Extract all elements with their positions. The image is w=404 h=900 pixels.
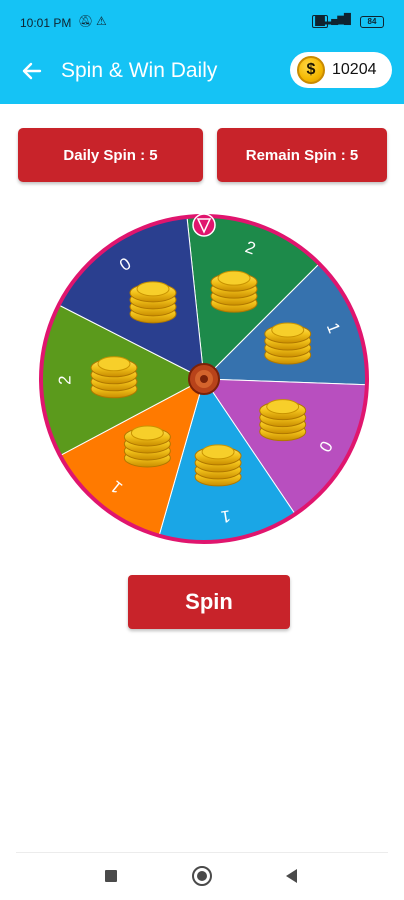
app-bar: 10:01 PM 🔕︎ ⚠︎ ⬛︎ ▂▄▆█ 84 Spin & Win Dai…: [0, 0, 404, 104]
coin-stack-icon: [194, 444, 242, 487]
home-icon[interactable]: [192, 866, 212, 886]
battery-indicator: 84: [360, 16, 384, 28]
coin-stack-icon: [129, 281, 177, 324]
status-bar: 10:01 PM 🔕︎ ⚠︎ ⬛︎ ▂▄▆█ 84: [0, 0, 404, 44]
recents-icon[interactable]: [105, 870, 117, 882]
coin-icon: $: [297, 56, 325, 84]
system-nav-bar: [0, 853, 404, 900]
page-title: Spin & Win Daily: [61, 59, 218, 82]
coin-symbol: $: [306, 61, 316, 78]
coin-stack-icon: [123, 425, 171, 468]
coin-balance-badge: $ 10204: [290, 52, 392, 88]
bell-off-icon: 🔕︎: [78, 14, 94, 28]
coin-stack-icon: [264, 322, 312, 365]
daily-spin-label: Daily Spin : 5: [63, 146, 158, 164]
coin-balance: 10204: [332, 61, 377, 78]
daily-spin-button[interactable]: Daily Spin : 5: [18, 128, 203, 182]
coin-stack-icon: [210, 270, 258, 313]
nav-back-icon[interactable]: [286, 869, 297, 883]
spin-label: Spin: [185, 589, 233, 614]
wheel-hub: [188, 363, 220, 395]
signal-icon: ▂▄▆█: [324, 14, 351, 25]
back-button[interactable]: [16, 56, 46, 86]
spin-wheel[interactable]: 2101120: [37, 212, 371, 546]
status-time: 10:01 PM: [20, 16, 72, 30]
spin-win-screen: 10:01 PM 🔕︎ ⚠︎ ⬛︎ ▂▄▆█ 84 Spin & Win Dai…: [0, 0, 404, 900]
spin-button[interactable]: Spin: [128, 575, 290, 629]
wheel-graphic: 2101120: [39, 213, 369, 544]
coin-stack-icon: [90, 356, 138, 399]
arrow-left-icon: [22, 62, 42, 80]
segment-value: 2: [55, 375, 74, 385]
coin-stack-icon: [259, 399, 307, 442]
remain-spin-label: Remain Spin : 5: [245, 146, 359, 164]
pointer-icon: [192, 213, 216, 237]
remain-spin-button[interactable]: Remain Spin : 5: [217, 128, 387, 182]
warning-icon: ⚠︎: [96, 14, 107, 28]
